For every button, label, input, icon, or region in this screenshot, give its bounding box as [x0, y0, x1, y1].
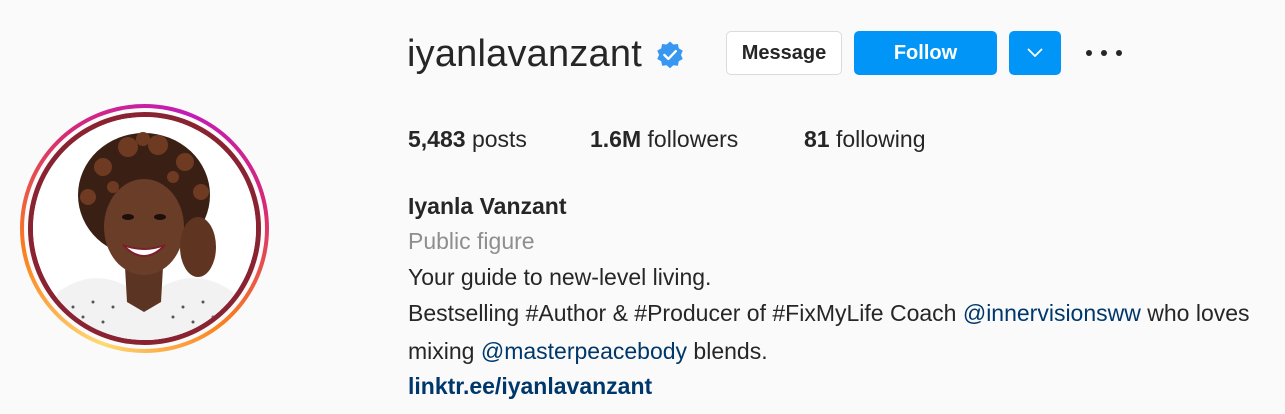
following-link[interactable]: 81 following — [804, 124, 925, 154]
avatar[interactable] — [33, 117, 256, 340]
bio-text: Bestselling #Author & #Producer of #FixM… — [408, 300, 963, 326]
profile-full-name: Iyanla Vanzant — [408, 193, 567, 219]
bio-text: blends. — [687, 338, 768, 364]
mention-link-innervisionsww[interactable]: @innervisionsww — [963, 300, 1141, 326]
followers-link[interactable]: 1.6M followers — [590, 124, 738, 154]
followers-count-label: followers — [647, 126, 739, 152]
avatar-ring-gap — [24, 108, 265, 349]
follow-button[interactable]: Follow — [854, 31, 997, 75]
chevron-down-icon — [1027, 48, 1043, 57]
more-dot — [1116, 50, 1122, 56]
posts-count-value: 5,483 — [408, 126, 466, 152]
mention-link-masterpeacebody[interactable]: @masterpeacebody — [481, 338, 687, 364]
message-button[interactable]: Message — [726, 31, 842, 75]
following-count-value: 81 — [804, 126, 830, 152]
posts-count: 5,483 posts — [408, 124, 527, 154]
more-dot — [1101, 50, 1107, 56]
profile-avatar-story-ring[interactable] — [20, 104, 269, 353]
verified-badge-icon — [657, 41, 683, 69]
bio-line: Your guide to new-level living. — [408, 264, 712, 290]
profile-category: Public figure — [408, 228, 535, 254]
profile-external-link[interactable]: linktr.ee/iyanlavanzant — [408, 371, 652, 401]
posts-count-label: posts — [471, 126, 527, 152]
avatar-inner-ring — [28, 112, 261, 345]
bio-line: Bestselling #Author & #Producer of #FixM… — [408, 298, 1250, 328]
more-dot — [1086, 50, 1092, 56]
bio-text: mixing — [408, 338, 481, 364]
bio-line: mixing @masterpeacebody blends. — [408, 336, 768, 366]
avatar-photo-illustration — [33, 117, 256, 340]
bio-text: who loves — [1140, 300, 1250, 326]
followers-count-value: 1.6M — [590, 126, 642, 152]
following-count-label: following — [835, 126, 926, 152]
suggested-accounts-dropdown-button[interactable] — [1009, 31, 1061, 75]
profile-username: iyanlavanzant — [407, 33, 642, 75]
more-options-icon[interactable] — [1086, 38, 1122, 68]
